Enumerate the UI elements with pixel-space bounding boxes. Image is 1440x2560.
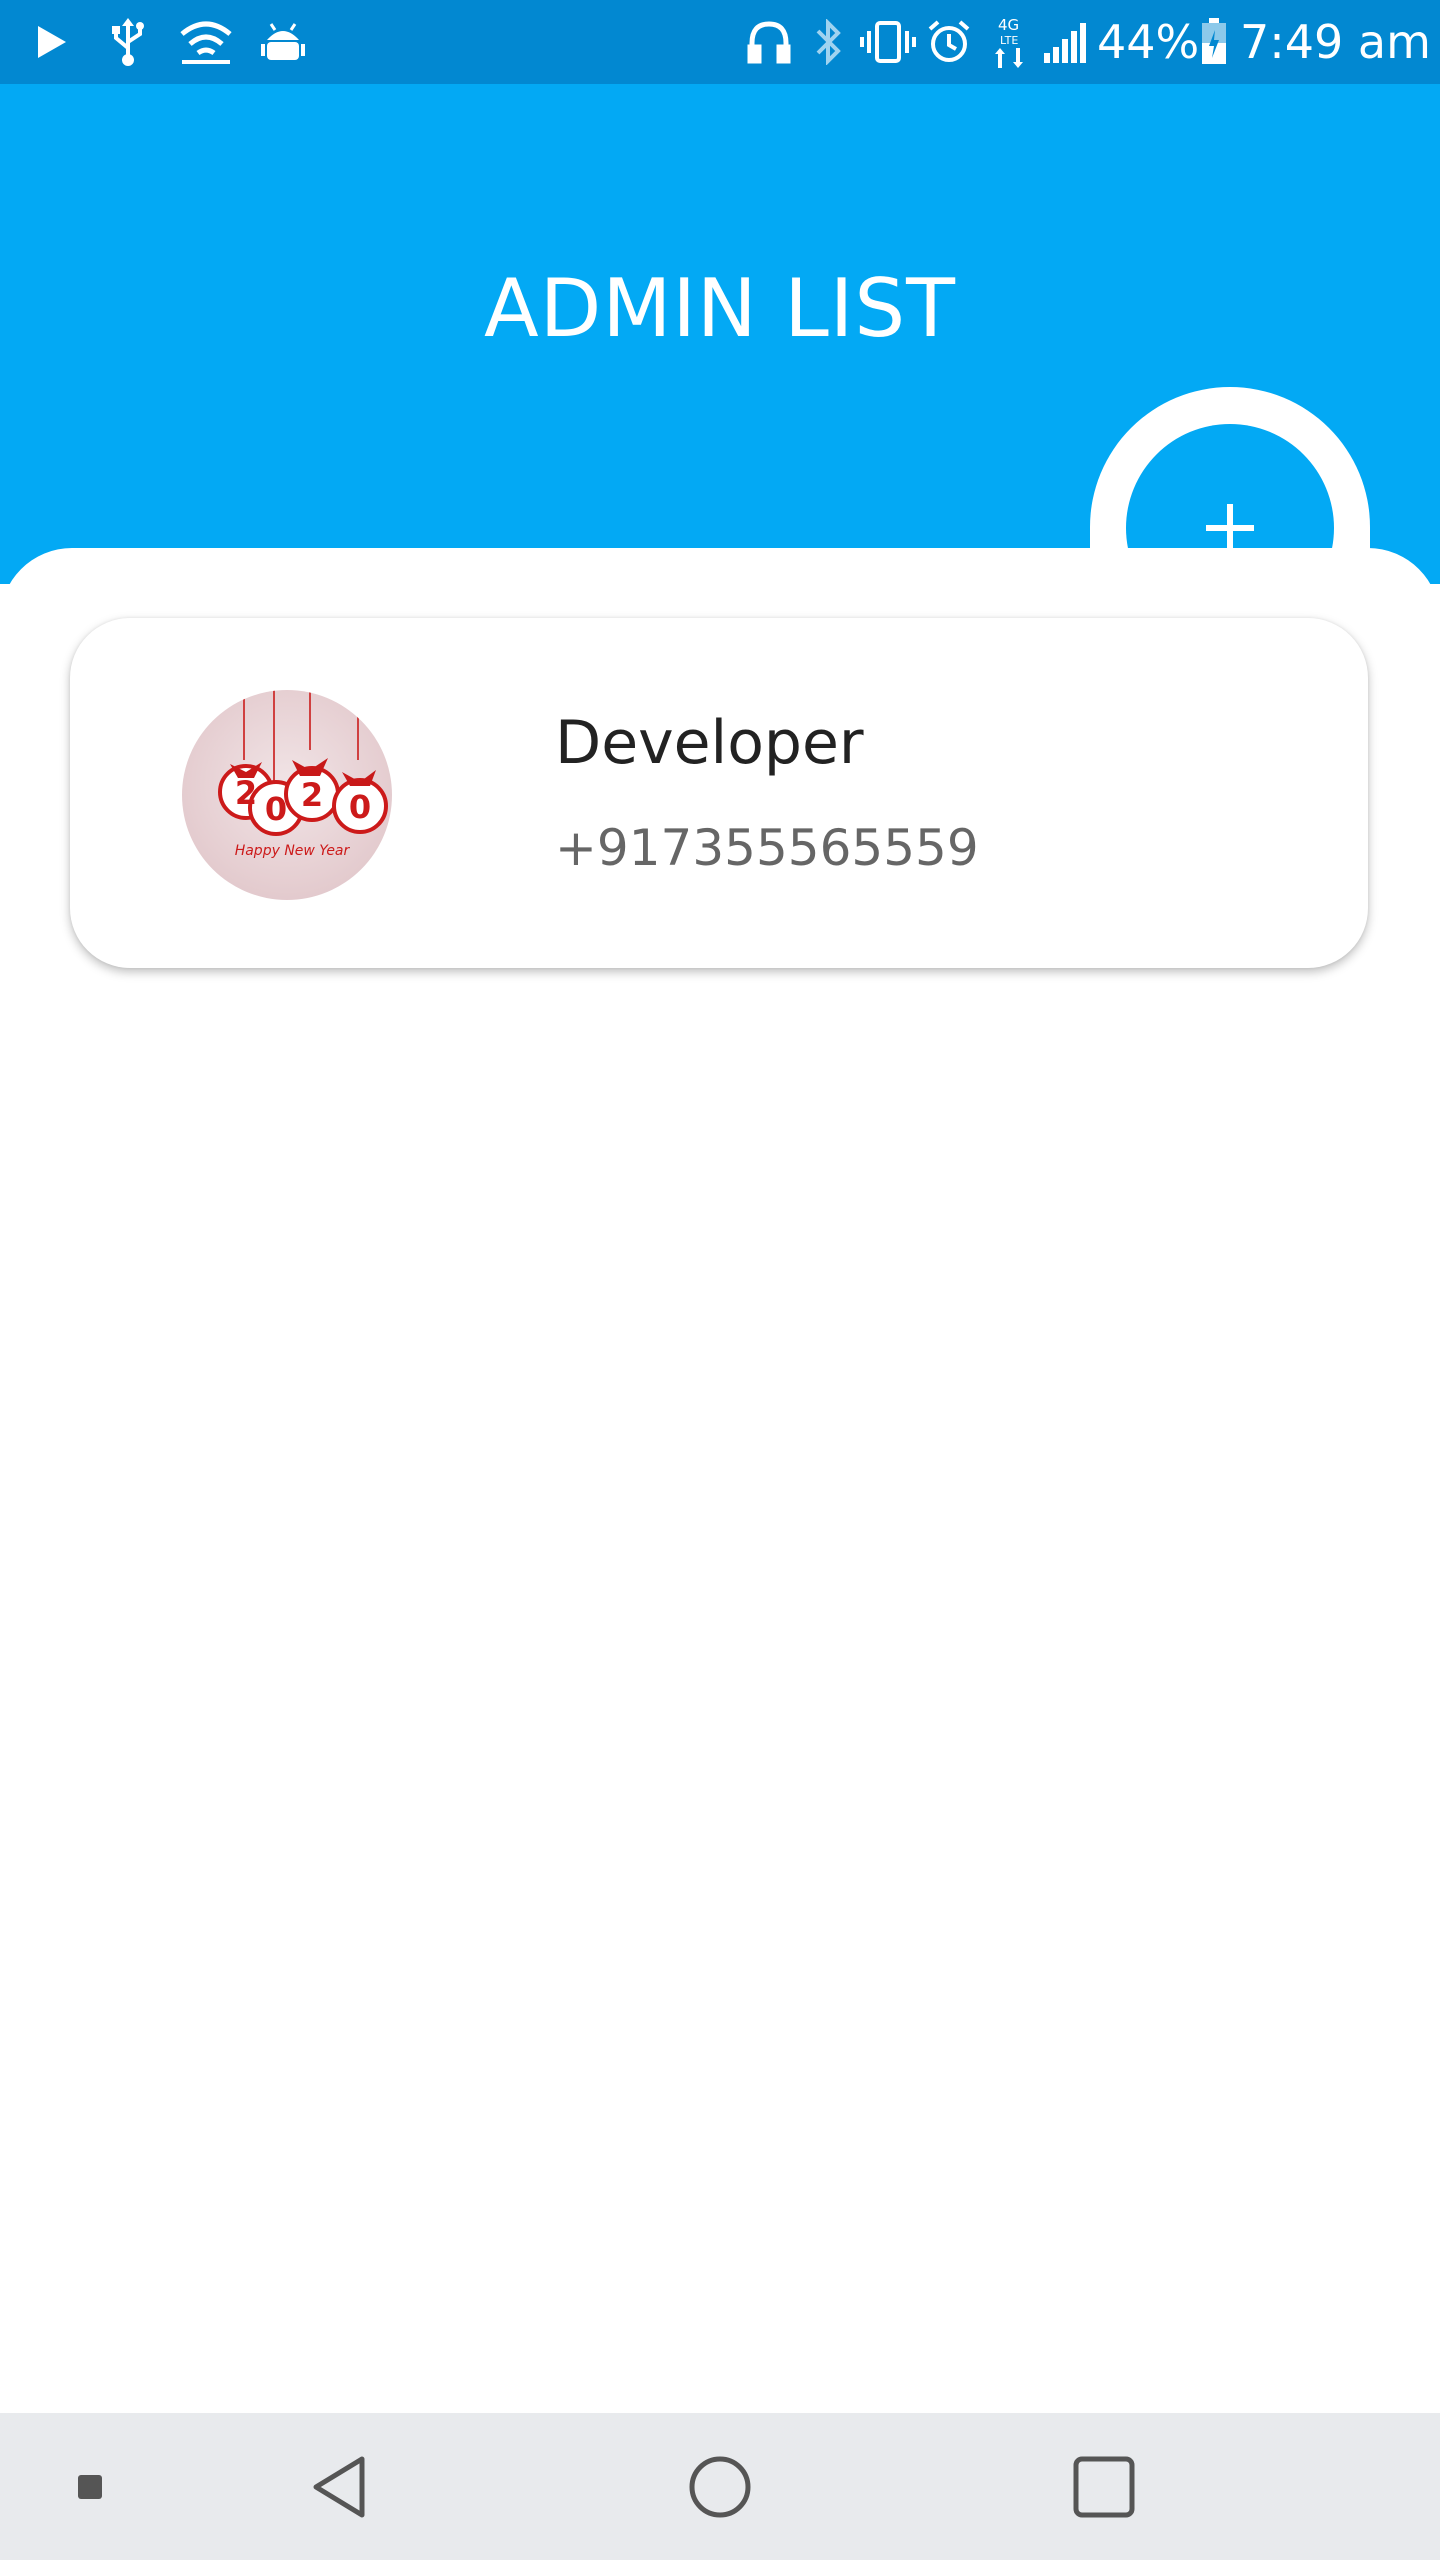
admin-name: Developer xyxy=(555,708,864,778)
alarm-icon xyxy=(924,0,974,84)
clock: 7:49 am xyxy=(1240,15,1431,69)
bluetooth-icon xyxy=(808,0,848,84)
play-icon xyxy=(30,0,74,84)
svg-text:4G: 4G xyxy=(998,16,1019,34)
admin-card[interactable]: 2 0 2 0 Happy New Year Developer +917355… xyxy=(70,618,1368,968)
battery-percent: 44% xyxy=(1097,15,1200,69)
svg-text:LTE: LTE xyxy=(1000,34,1018,47)
avatar: 2 0 2 0 Happy New Year xyxy=(182,690,392,900)
battery-icon xyxy=(1196,0,1232,84)
header: ADMIN LIST xyxy=(0,84,1440,687)
page-title: ADMIN LIST xyxy=(483,262,957,355)
headphones-icon xyxy=(744,0,794,84)
avatar-digit-3: 2 xyxy=(301,776,323,814)
avatar-caption: Happy New Year xyxy=(235,843,351,859)
back-icon xyxy=(313,2456,365,2517)
avatar-digit-1: 2 xyxy=(235,774,257,812)
recents-button[interactable] xyxy=(1044,2413,1164,2560)
avatar-digit-4: 0 xyxy=(349,788,371,826)
android-debug-icon xyxy=(258,0,308,84)
data-arrows-icon: 4G LTE xyxy=(990,0,1034,84)
recents-icon xyxy=(1073,2456,1135,2517)
home-icon xyxy=(689,2456,751,2517)
back-button[interactable] xyxy=(280,2413,400,2560)
usb-icon xyxy=(106,0,150,84)
navigation-bar xyxy=(0,2413,1440,2560)
wifi-hotspot-icon xyxy=(176,0,236,84)
signal-icon xyxy=(1040,0,1090,84)
home-button[interactable] xyxy=(660,2413,780,2560)
dot-icon xyxy=(78,2474,102,2499)
vibrate-icon xyxy=(860,0,916,84)
avatar-digit-2: 0 xyxy=(265,790,287,828)
admin-phone: +917355565559 xyxy=(555,819,979,877)
dot-button[interactable] xyxy=(60,2413,120,2560)
status-bar: 4G LTE 44% 7:49 am xyxy=(0,0,1440,84)
